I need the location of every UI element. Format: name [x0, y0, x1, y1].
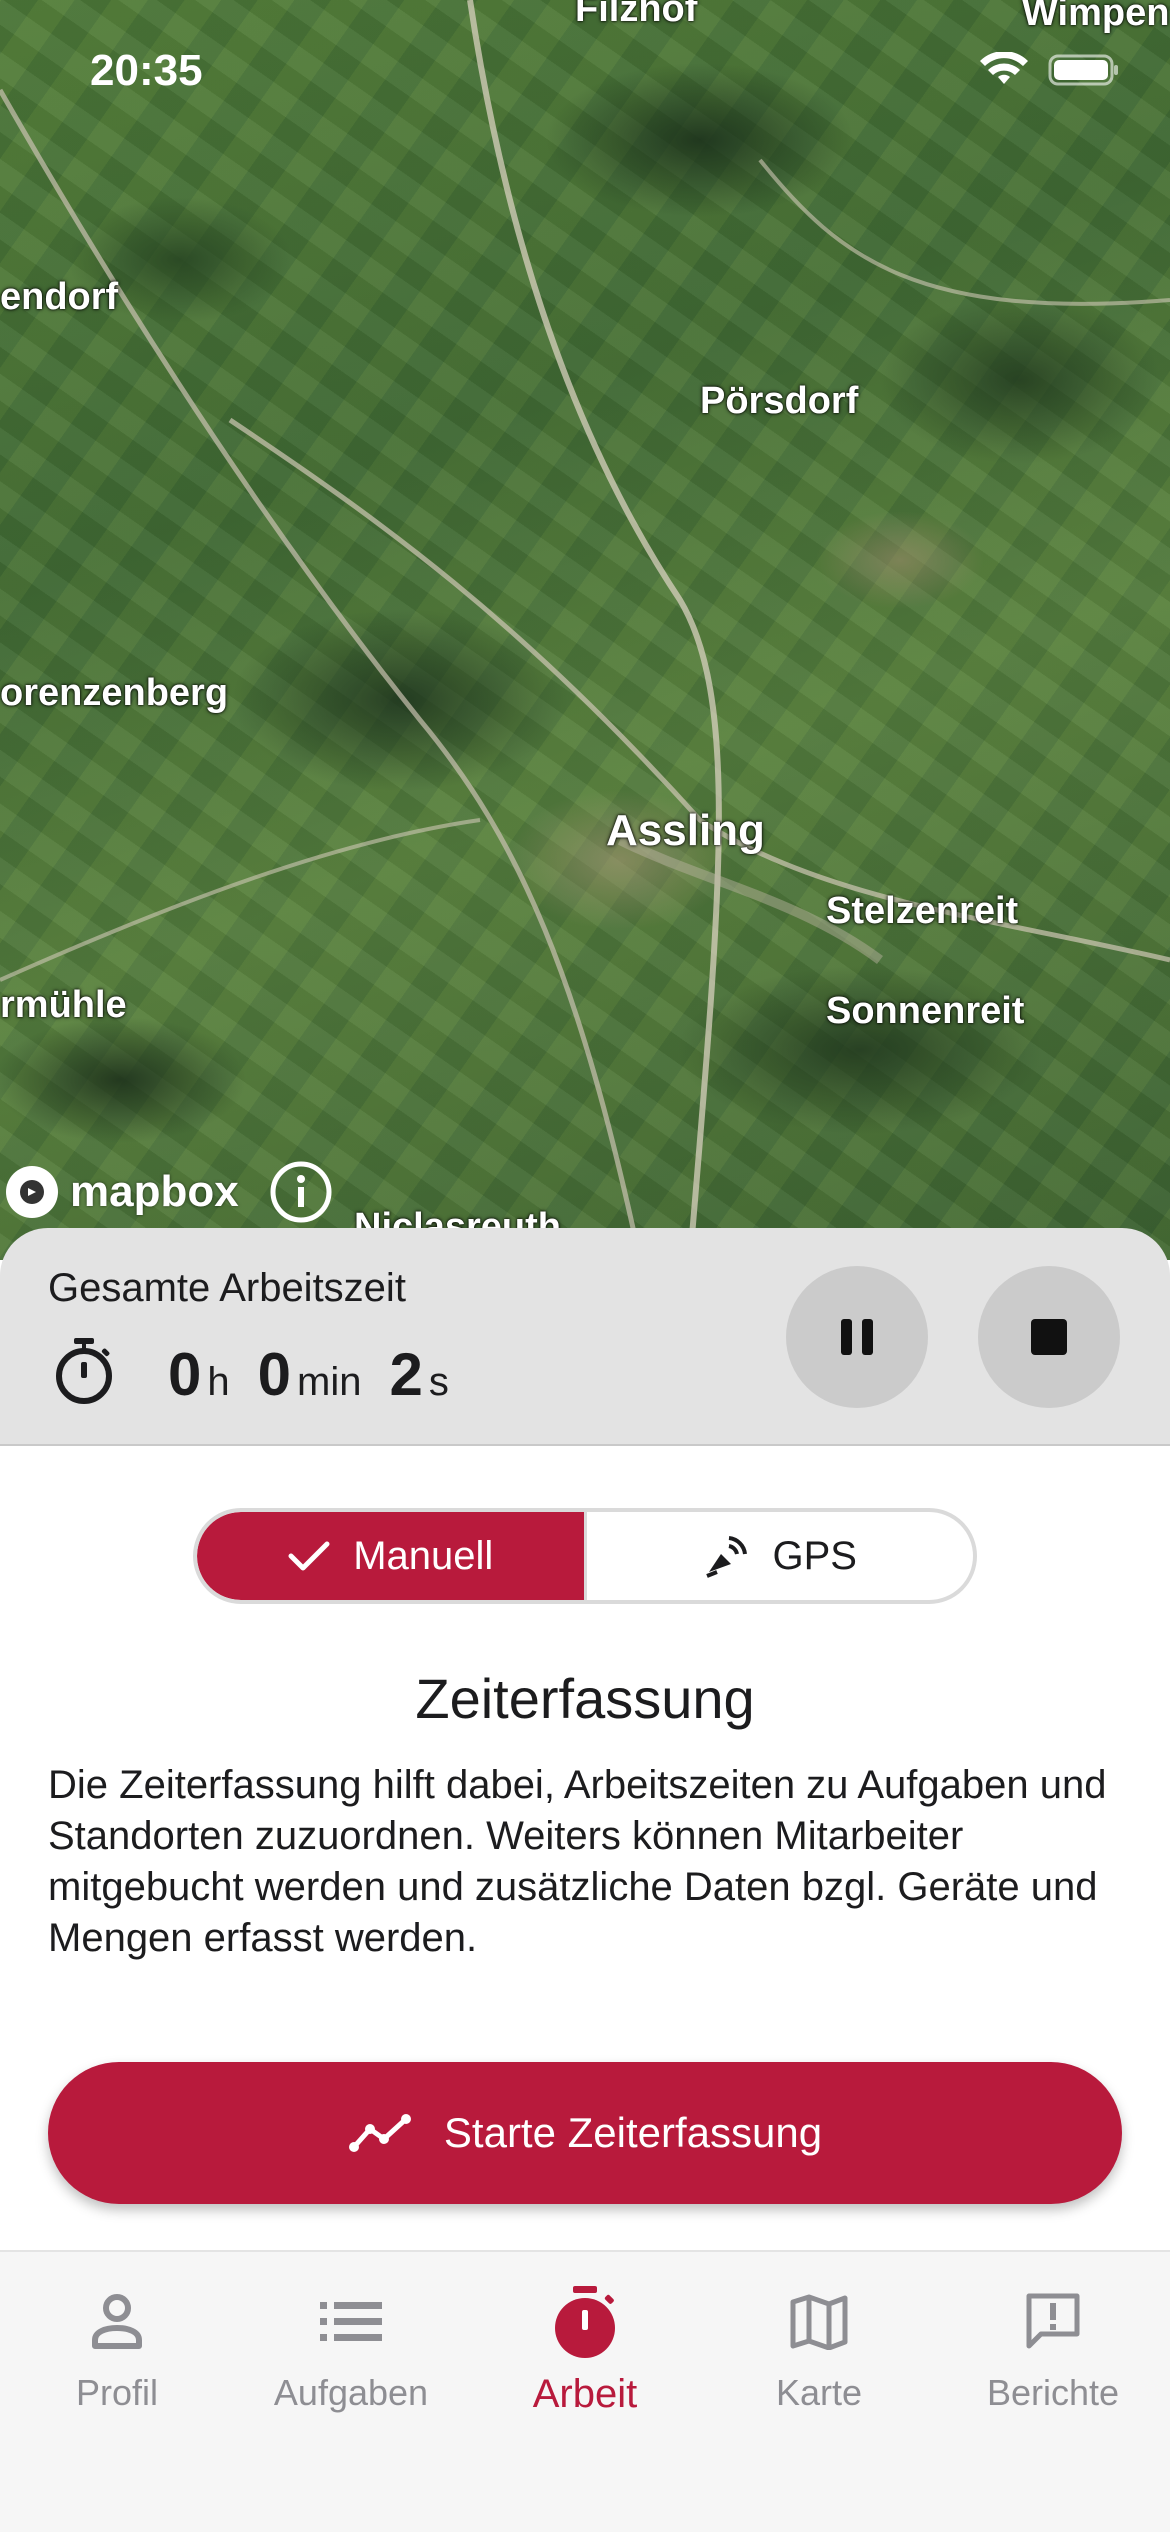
- mode-gps-option[interactable]: GPS: [583, 1512, 974, 1600]
- nav-item-arbeit[interactable]: Arbeit: [468, 2252, 702, 2532]
- nav-label-karte: Karte: [775, 2372, 863, 2413]
- seconds-value: 2: [389, 1341, 423, 1408]
- nav-label-aufgaben: Aufgaben: [273, 2372, 429, 2413]
- map-icon: [790, 2294, 848, 2350]
- map-roads: [0, 0, 1170, 1260]
- person-icon: [92, 2294, 142, 2349]
- nav-item-berichte[interactable]: Berichte: [936, 2252, 1170, 2532]
- minutes-value: 0: [257, 1341, 291, 1408]
- pause-icon: [841, 1319, 873, 1355]
- mapbox-logo-icon: [6, 1166, 58, 1218]
- map-label-orenzenberg: orenzenberg: [0, 672, 229, 714]
- bottom-navigation: Profil Aufgaben Arbeit Karte Berichte: [0, 2250, 1170, 2532]
- map-label-sonnenreit: Sonnenreit: [826, 990, 1025, 1032]
- nav-item-aufgaben[interactable]: Aufgaben: [234, 2252, 468, 2532]
- wifi-icon: [980, 52, 1028, 84]
- map-label-endorf: endorf: [0, 276, 119, 318]
- info-icon[interactable]: [269, 1160, 333, 1224]
- status-time: 20:35: [90, 46, 203, 95]
- start-time-tracking-button[interactable]: Starte Zeiterfassung: [48, 2062, 1122, 2204]
- nav-label-arbeit: Arbeit: [532, 2372, 638, 2416]
- nav-label-berichte: Berichte: [986, 2372, 1120, 2413]
- map-label-poersdorf: Pörsdorf: [700, 380, 859, 422]
- map-label-wimpen: Wimpen: [1022, 0, 1170, 34]
- status-icons: [980, 52, 1120, 88]
- pause-button[interactable]: [786, 1266, 928, 1408]
- stopwatch-icon: [56, 1338, 112, 1404]
- start-button-label: Starte Zeiterfassung: [443, 2109, 823, 2156]
- mode-gps-label: GPS: [772, 1533, 857, 1578]
- section-title: Zeiterfassung: [415, 1667, 755, 1730]
- section-description: Die Zeiterfassung hilft dabei, Arbeitsze…: [48, 1763, 1107, 1960]
- map-label-filzhof: Filzhof: [575, 0, 698, 30]
- nav-label-profil: Profil: [75, 2372, 159, 2413]
- mapbox-attribution: mapbox: [4, 1160, 333, 1224]
- mapbox-wordmark: mapbox: [70, 1167, 239, 1216]
- map-label-rmuehle: rmühle: [0, 984, 127, 1026]
- mode-manual-option[interactable]: Manuell: [197, 1512, 584, 1600]
- stop-icon: [1031, 1319, 1067, 1355]
- report-icon: [1026, 2293, 1080, 2349]
- hours-unit: h: [207, 1360, 230, 1404]
- nav-item-karte[interactable]: Karte: [702, 2252, 936, 2532]
- tracking-mode-toggle: Manuell GPS: [193, 1508, 977, 1604]
- map-label-assling: Assling: [606, 806, 765, 855]
- stopwatch-icon: [555, 2286, 615, 2358]
- nav-item-profil[interactable]: Profil: [0, 2252, 234, 2532]
- satellite-map[interactable]: 20:35 Filzhof Wimpen endorf Pörsdorf ore…: [0, 0, 1170, 1260]
- checkmark-icon: [288, 1541, 330, 1571]
- mode-manual-label: Manuell: [353, 1533, 494, 1578]
- hours-value: 0: [168, 1341, 202, 1408]
- seconds-unit: s: [428, 1360, 449, 1404]
- trend-line-icon: [348, 2114, 411, 2152]
- battery-icon: [1048, 54, 1118, 86]
- elapsed-time: 0 h 0 min 2 s: [168, 1340, 477, 1409]
- minutes-unit: min: [297, 1360, 362, 1404]
- satellite-dish-icon: [705, 1536, 747, 1578]
- work-timer-panel: Gesamte Arbeitszeit 0 h 0 min 2 s: [0, 1228, 1170, 1446]
- timer-title: Gesamte Arbeitszeit: [48, 1266, 406, 1310]
- stop-button[interactable]: [978, 1266, 1120, 1408]
- map-label-stelzenreit: Stelzenreit: [826, 890, 1019, 932]
- list-icon: [320, 2302, 382, 2341]
